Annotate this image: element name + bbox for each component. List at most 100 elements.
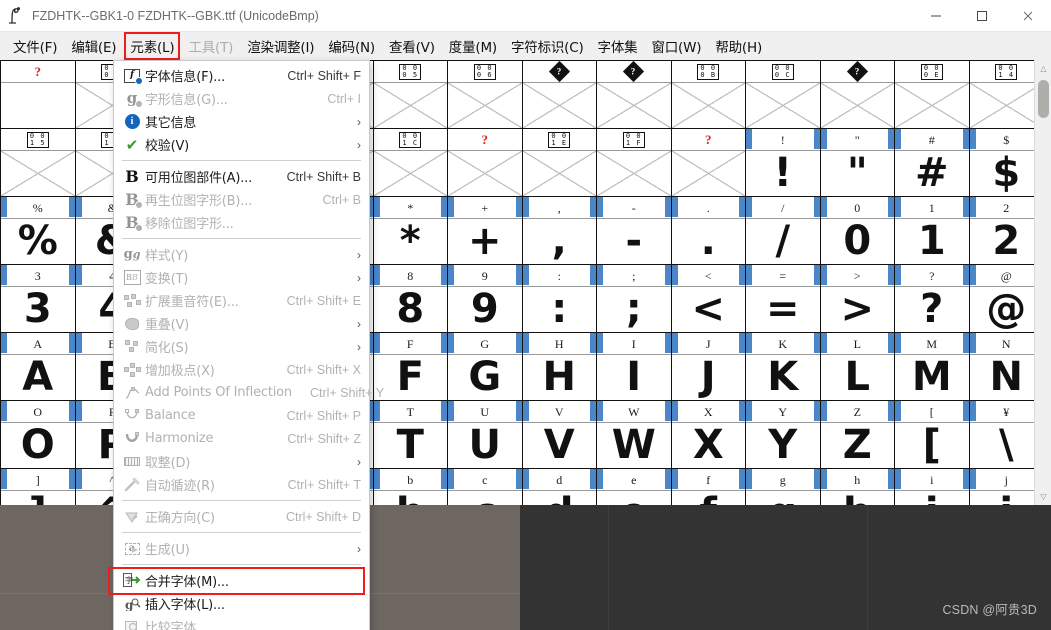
charmap-cell[interactable]: bb <box>373 469 448 506</box>
charmap-cell[interactable]: UU <box>448 401 523 469</box>
charmap-cell[interactable]: 88 <box>373 265 448 333</box>
charmap-cell[interactable]: 00 <box>820 197 895 265</box>
charmap-cell[interactable]: # # <box>895 129 970 197</box>
charmap-cell[interactable]: hh <box>820 469 895 505</box>
charmap-cell[interactable]: 0 01 E <box>522 129 597 197</box>
charmap-cell[interactable]: @ @ <box>969 265 1044 333</box>
charmap-cell[interactable]: 11 <box>895 197 970 265</box>
charmap-cell[interactable]: 99 <box>448 265 523 333</box>
charmap-cell[interactable]: VV <box>522 401 597 469</box>
menubar-item-9[interactable]: 字体集 <box>591 33 645 59</box>
charmap-cell[interactable]: cc <box>448 469 523 505</box>
charmap-cell[interactable]: jj <box>969 469 1044 505</box>
menubar-item-0[interactable]: 文件(F) <box>6 33 64 59</box>
charmap-cell[interactable]: dd <box>522 469 597 505</box>
charmap-cell[interactable]: [[ <box>895 401 970 469</box>
charmap-cell[interactable]: OO <box>1 401 76 469</box>
charmap-cell[interactable]: 33 <box>1 265 76 333</box>
charmap-cell[interactable]: $ $ <box>969 129 1044 197</box>
vertical-scrollbar[interactable]: △ ▽ <box>1034 60 1051 505</box>
charmap-cell[interactable]: XX <box>671 401 746 469</box>
menu-item-font-info[interactable]: f 字体信息(F)... Ctrl+ Shift+ F <box>114 64 369 87</box>
charmap-cell[interactable]: 0 01 5 <box>1 129 76 197</box>
charmap-cell[interactable]: TT <box>373 401 448 469</box>
menu-item-interpolate-fonts[interactable]: g 插入字体(L)... <box>114 592 369 615</box>
charmap-cell[interactable]: ,, <box>522 197 597 265</box>
charmap-cell[interactable]: ¥ \ <box>969 401 1044 469</box>
charmap-cell[interactable]: ? <box>671 129 746 197</box>
menubar-item-4[interactable]: 渲染调整(I) <box>240 33 321 59</box>
charmap-cell[interactable]: ? <box>597 61 672 129</box>
charmap-cell[interactable]: !! <box>746 129 821 197</box>
charmap-cell-header: ? <box>820 61 894 83</box>
charmap-cell[interactable]: II <box>597 333 672 401</box>
charmap-cell[interactable]: " " <box>820 129 895 197</box>
menubar-item-7[interactable]: 度量(M) <box>442 33 504 59</box>
charmap-glyph: b <box>374 491 448 506</box>
charmap-cell[interactable]: -- <box>597 197 672 265</box>
charmap-glyph: : <box>551 285 568 332</box>
charmap-cell[interactable]: NN <box>969 333 1044 401</box>
menu-item-expand-accent: 扩展重音符(E)... Ctrl+ Shift+ E <box>114 289 369 312</box>
charmap-cell[interactable]: ?? <box>895 265 970 333</box>
menu-item-other-info[interactable]: i 其它信息 › <box>114 110 369 133</box>
charmap-cell[interactable]: KK <box>746 333 821 401</box>
charmap-cell[interactable]: + + <box>448 197 523 265</box>
charmap-cell[interactable]: .. <box>671 197 746 265</box>
charmap-cell[interactable]: ee <box>597 469 672 505</box>
charmap-cell[interactable]: ff <box>671 469 746 505</box>
menubar-item-6[interactable]: 查看(V) <box>382 33 442 59</box>
scroll-down-arrow[interactable]: ▽ <box>1035 488 1051 505</box>
charmap-cell[interactable]: ii <box>895 469 970 505</box>
menubar-item-1[interactable]: 编辑(E) <box>64 33 123 59</box>
charmap-cell[interactable]: 0 00 C <box>746 61 821 129</box>
charmap-cell[interactable]: %% <box>1 197 76 265</box>
charmap-glyph <box>1 83 75 128</box>
charmap-cell[interactable]: < < <box>671 265 746 333</box>
charmap-cell[interactable]: :: <box>522 265 597 333</box>
charmap-cell[interactable]: ZZ <box>820 401 895 469</box>
charmap-cell[interactable]: HH <box>522 333 597 401</box>
charmap-cell[interactable]: YY <box>746 401 821 469</box>
menubar-item-8[interactable]: 字符标识(C) <box>504 33 591 59</box>
charmap-cell[interactable]: 0 00 B <box>671 61 746 129</box>
charmap-cell[interactable]: MM <box>895 333 970 401</box>
charmap-cell[interactable]: 22 <box>969 197 1044 265</box>
charmap-cell[interactable]: 0 00 6 <box>448 61 523 129</box>
charmap-cell[interactable]: * * <box>373 197 448 265</box>
charmap-cell[interactable]: GG <box>448 333 523 401</box>
charmap-cell[interactable]: 0 01 4 <box>969 61 1044 129</box>
menu-item-bitmap-available[interactable]: B 可用位图部件(A)... Ctrl+ Shift+ B <box>114 165 369 188</box>
charmap-cell[interactable]: ? <box>820 61 895 129</box>
charmap-cell[interactable]: 0 01 C <box>373 129 448 197</box>
charmap-cell[interactable]: ? <box>448 129 523 197</box>
charmap-cell[interactable]: LL <box>820 333 895 401</box>
charmap-cell[interactable]: FF <box>373 333 448 401</box>
charmap-cell[interactable]: 0 01 F <box>597 129 672 197</box>
scrollbar-thumb[interactable] <box>1038 80 1049 118</box>
scroll-up-arrow[interactable]: △ <box>1035 60 1051 77</box>
charmap-cell[interactable]: ]] <box>1 469 76 505</box>
menubar-item-10[interactable]: 窗口(W) <box>644 33 708 59</box>
menu-item-bitmap-regenerate: B 再生位图字形(B)... Ctrl+ B <box>114 188 369 211</box>
charmap-cell[interactable]: / / <box>746 197 821 265</box>
charmap-cell[interactable]: ? <box>522 61 597 129</box>
charmap-cell[interactable]: 0 00 E <box>895 61 970 129</box>
menu-item-merge-fonts[interactable]: 字 合并字体(M)... <box>108 567 369 595</box>
minimize-button[interactable] <box>913 0 959 32</box>
charmap-cell[interactable]: gg <box>746 469 821 505</box>
charmap-cell[interactable]: JJ <box>671 333 746 401</box>
charmap-cell[interactable]: WW <box>597 401 672 469</box>
close-button[interactable] <box>1005 0 1051 32</box>
charmap-cell[interactable]: > > <box>820 265 895 333</box>
charmap-cell[interactable]: 0 00 5 <box>373 61 448 129</box>
menubar-item-2[interactable]: 元素(L) <box>123 32 181 60</box>
charmap-cell[interactable]: ;; <box>597 265 672 333</box>
menubar-item-5[interactable]: 编码(N) <box>321 33 382 59</box>
charmap-cell[interactable]: ? <box>1 61 76 129</box>
charmap-cell[interactable]: = = <box>746 265 821 333</box>
maximize-button[interactable] <box>959 0 1005 32</box>
charmap-cell[interactable]: AA <box>1 333 76 401</box>
menubar-item-11[interactable]: 帮助(H) <box>708 33 769 59</box>
menu-item-validate-check[interactable]: ✔ 校验(V) › <box>114 133 369 156</box>
